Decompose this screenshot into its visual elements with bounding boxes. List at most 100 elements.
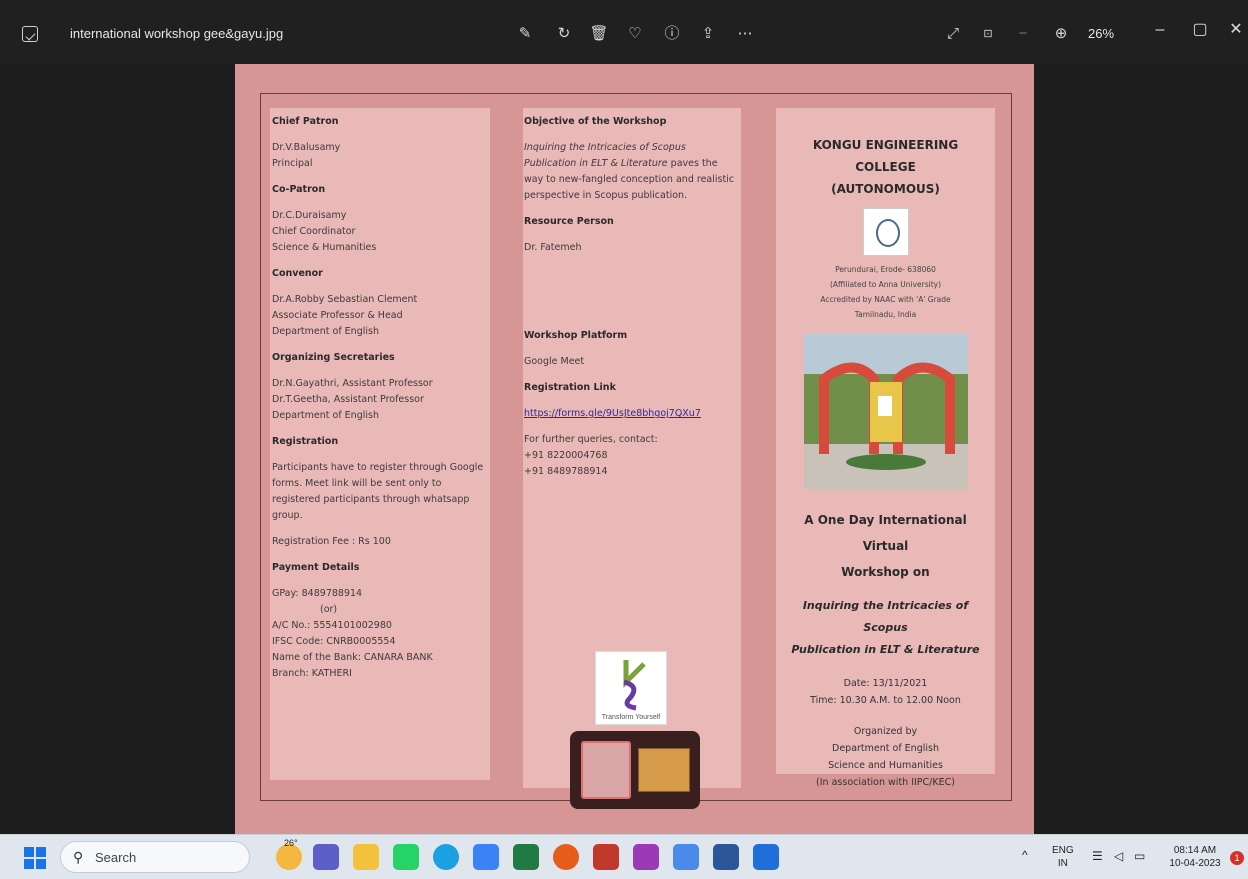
excel-icon[interactable]	[513, 844, 539, 870]
teams-chat-icon[interactable]	[313, 844, 339, 870]
share-icon[interactable]: ⇪	[697, 23, 719, 45]
clock-time: 08:14 AM	[1173, 845, 1217, 856]
favorite-icon[interactable]: ♡	[624, 23, 646, 45]
app-icon-2[interactable]	[633, 844, 659, 870]
battery-icon[interactable]: ▭	[1134, 850, 1145, 863]
address-line-1: Perundurai, Erode- 638060	[835, 265, 936, 274]
organizer-line-4: (In association with IIPC/KEC)	[816, 777, 955, 788]
phone-1: +91 8220004768	[524, 450, 608, 461]
word-icon[interactable]	[713, 844, 739, 870]
chief-patron-name: Dr.V.Balusamy	[272, 142, 341, 153]
payment-gpay: GPay: 8489788914	[272, 588, 363, 599]
payment-bank: Name of the Bank: CANARA BANK	[272, 652, 433, 663]
event-date: Date: 13/11/2021	[843, 678, 928, 689]
secretary-dept: Department of English	[272, 410, 379, 421]
weather-temp: 26°	[284, 838, 298, 848]
clock-date: 10-04-2023	[1169, 858, 1221, 869]
organizer-line-1: Organized by	[853, 726, 918, 737]
organizer-line-3: Science and Humanities	[828, 760, 943, 771]
more-options-icon[interactable]: ⋯	[734, 23, 756, 45]
taskbar-search[interactable]: ⚲ Search	[60, 841, 250, 873]
search-icon: ⚲	[73, 849, 84, 865]
registration-heading: Registration	[272, 436, 339, 447]
organizer-line-2: Department of English	[832, 743, 939, 754]
objective-text: Inquiring the Intricacies of Scopus Publ…	[524, 140, 741, 204]
platform-name: Google Meet	[524, 356, 585, 367]
edit-image-icon[interactable]: ✎	[514, 23, 536, 45]
payment-ifsc: IFSC Code: CNRB0005554	[272, 636, 396, 647]
thumbnail-next[interactable]	[638, 748, 690, 792]
registration-link-heading: Registration Link	[524, 382, 616, 393]
image-viewer: Chief Patron Dr.V.Balusamy Principal Co-…	[0, 64, 1248, 834]
clock[interactable]: 08:14 AM 10-04-2023	[1164, 844, 1226, 870]
workshop-title-line-1: A One Day International Virtual	[804, 513, 967, 553]
payment-branch: Branch: KATHERI	[272, 668, 352, 679]
secretary-1: Dr.N.Gayathri, Assistant Professor	[272, 378, 433, 389]
college-gate-photo	[803, 334, 968, 489]
secretary-2: Dr.T.Geetha, Assistant Professor	[272, 394, 424, 405]
workshop-title-line-2: Workshop on	[841, 565, 930, 579]
search-placeholder: Search	[95, 850, 137, 865]
filmstrip	[570, 731, 700, 809]
file-title: international workshop gee&gayu.jpg	[70, 26, 284, 41]
app-icon-3[interactable]	[673, 844, 699, 870]
firefox-icon[interactable]	[553, 844, 579, 870]
maximize-button[interactable]: ▢	[1186, 18, 1214, 42]
close-button[interactable]: ✕	[1222, 18, 1248, 42]
co-patron-name: Dr.C.Duraisamy	[272, 210, 347, 221]
organizing-secretaries-heading: Organizing Secretaries	[272, 352, 395, 363]
convenor-dept: Department of English	[272, 326, 379, 337]
zoom-out-icon[interactable]: −	[1012, 23, 1034, 45]
topic-line-2: Publication in ELT & Literature	[791, 643, 980, 656]
phone-2: +91 8489788914	[524, 466, 608, 477]
address-line-4: Tamilnadu, India	[854, 310, 917, 319]
delete-icon[interactable]: 🗑	[588, 23, 610, 45]
brochure-panel-left: Chief Patron Dr.V.Balusamy Principal Co-…	[270, 108, 490, 780]
topic-line-1: Inquiring the Intricacies of Scopus	[802, 599, 969, 634]
payment-or: (or)	[320, 604, 338, 615]
zoom-level[interactable]: 26%	[1088, 26, 1114, 41]
wifi-icon[interactable]: ☰	[1092, 850, 1103, 863]
file-explorer-icon[interactable]	[353, 844, 379, 870]
queries-label: For further queries, contact:	[524, 434, 658, 445]
chief-patron-heading: Chief Patron	[272, 116, 339, 127]
resource-heading: Resource Person	[524, 216, 614, 227]
platform-heading: Workshop Platform	[524, 330, 628, 341]
volume-icon[interactable]: ◁	[1114, 850, 1123, 863]
edge-icon[interactable]	[433, 844, 459, 870]
zoom-in-icon[interactable]: ⊕	[1050, 23, 1072, 45]
info-icon[interactable]: ⓘ	[661, 23, 683, 45]
payment-heading: Payment Details	[272, 562, 360, 573]
registration-link[interactable]: https://forms.gle/9UsJte8bhgoj7QXu7	[524, 406, 741, 422]
whatsapp-icon[interactable]	[393, 844, 419, 870]
region-code: IN	[1057, 858, 1068, 869]
college-seal-icon	[862, 208, 909, 256]
college-autonomous: (AUTONOMOUS)	[831, 182, 940, 196]
app-icon-1[interactable]	[593, 844, 619, 870]
brochure-panel-right: KONGU ENGINEERING COLLEGE (AUTONOMOUS) P…	[776, 108, 995, 788]
payment-account: A/C No.: 5554101002980	[272, 620, 392, 631]
language-indicator[interactable]: ENG IN	[1052, 844, 1074, 870]
taskbar: ⚲ Search 26° ^ ENG IN ☰ ◁ ▭ 08:14 AM 10-…	[0, 834, 1248, 879]
co-patron-dept: Science & Humanities	[272, 242, 377, 253]
minimize-button[interactable]: –	[1146, 18, 1174, 42]
objective-heading: Objective of the Workshop	[524, 116, 667, 127]
logo-caption: Transform Yourself	[601, 714, 661, 721]
convenor-name: Dr.A.Robby Sebastian Clement	[272, 294, 418, 305]
photos-icon[interactable]	[753, 844, 779, 870]
registration-text: Participants have to register through Go…	[272, 462, 484, 521]
event-time: Time: 10.30 A.M. to 12.00 Noon	[810, 695, 961, 706]
language-code: ENG	[1052, 845, 1074, 856]
show-hidden-icons[interactable]: ^	[1022, 849, 1028, 862]
rotate-icon[interactable]: ↻	[553, 23, 575, 45]
actual-size-icon[interactable]: ⊡	[977, 23, 999, 45]
transform-yourself-logo: Transform Yourself	[595, 651, 667, 725]
address-line-3: Accredited by NAAC with 'A' Grade	[820, 295, 951, 304]
thumbnail-current[interactable]	[581, 741, 631, 799]
full-screen-icon[interactable]: ⤢	[942, 23, 964, 45]
convenor-heading: Convenor	[272, 268, 323, 279]
chrome-icon[interactable]	[473, 844, 499, 870]
start-button[interactable]	[24, 847, 46, 869]
logo-mark	[623, 660, 646, 711]
notification-badge[interactable]: 1	[1230, 851, 1244, 865]
